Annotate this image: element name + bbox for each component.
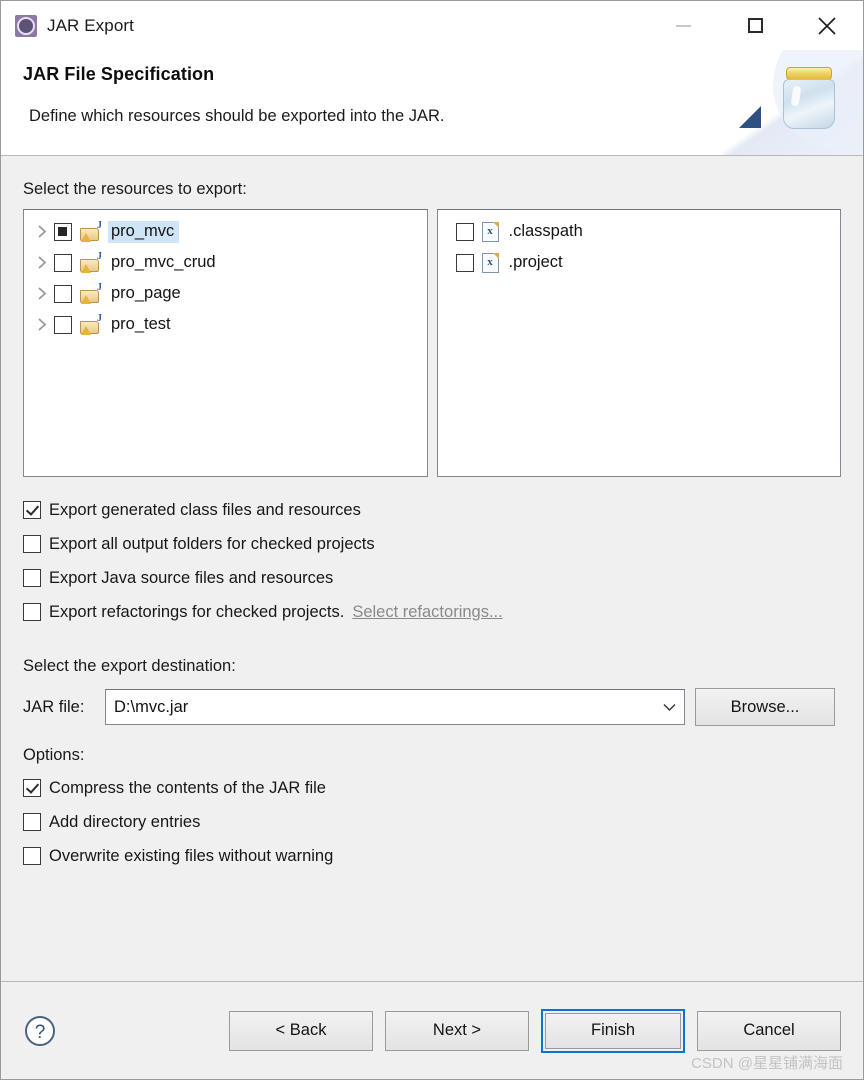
dialog-footer: ? < Back Next > Finish Cancel CSDN @星星铺满… (1, 981, 863, 1079)
minimize-button[interactable] (647, 1, 719, 50)
jar-file-row: JAR file: D:\mvc.jar Browse... (23, 688, 841, 726)
list-item[interactable]: x .project (438, 247, 841, 278)
file-checkbox[interactable] (455, 253, 474, 272)
xml-file-icon: x (481, 252, 499, 273)
export-all-output-folders-checkbox[interactable] (23, 535, 41, 553)
tree-item-label: pro_mvc_crud (111, 252, 216, 271)
footer-buttons: < Back Next > Finish Cancel (229, 1008, 841, 1053)
wizard-header: JAR File Specification Define which reso… (1, 50, 863, 156)
dialog-body: Select the resources to export: J pro_mv… (1, 156, 863, 981)
tree-row[interactable]: J pro_page (24, 278, 427, 309)
file-item-label: .project (508, 252, 563, 271)
close-icon (818, 16, 836, 35)
tree-item-label: pro_page (111, 283, 181, 302)
java-project-warning-icon: J (80, 251, 102, 273)
chevron-right-icon[interactable] (30, 256, 54, 269)
export-option-label: Export generated class files and resourc… (49, 500, 361, 519)
tree-checkbox[interactable] (54, 253, 72, 272)
next-button[interactable]: Next > (385, 1010, 529, 1051)
export-option-row[interactable]: Export generated class files and resourc… (23, 493, 841, 527)
export-option-row[interactable]: Export refactorings for checked projects… (23, 595, 841, 629)
file-item-label: .classpath (508, 221, 583, 240)
jar-file-combobox[interactable]: D:\mvc.jar (105, 689, 685, 725)
maximize-button[interactable] (719, 1, 791, 50)
finish-button-focus-ring: Finish (541, 1008, 685, 1053)
jar-export-dialog: JAR Export JAR File Specification Define… (0, 0, 864, 1080)
browse-button[interactable]: Browse... (695, 688, 835, 726)
help-question-icon[interactable]: ? (23, 1014, 57, 1048)
file-list-pane[interactable]: x .classpath x .project (436, 209, 841, 477)
chevron-down-icon[interactable] (656, 703, 682, 712)
watermark: CSDN @星星铺满海面 (691, 1055, 843, 1072)
xml-file-icon: x (481, 221, 499, 242)
jar-export-gear-icon (15, 14, 37, 37)
export-refactorings-checkbox[interactable] (23, 603, 41, 621)
tree-row[interactable]: J pro_test (24, 309, 427, 340)
add-directory-entries-checkbox[interactable] (23, 813, 41, 831)
jar-with-export-arrow-icon (723, 50, 863, 155)
resource-panes: J pro_mvc J pro_mvc_crud J pro_page J pr… (23, 209, 841, 477)
export-option-label: Export Java source files and resources (49, 568, 334, 587)
export-option-label: Export all output folders for checked pr… (49, 534, 375, 553)
project-tree-pane[interactable]: J pro_mvc J pro_mvc_crud J pro_page J pr… (23, 209, 428, 477)
compress-contents-checkbox[interactable] (23, 779, 41, 797)
finish-button[interactable]: Finish (545, 1012, 681, 1049)
export-option-label: Export refactorings for checked projects… (49, 602, 345, 621)
destination-label: Select the export destination: (23, 657, 236, 675)
window-title: JAR Export (47, 15, 134, 35)
option-label: Add directory entries (49, 812, 201, 831)
tree-row[interactable]: J pro_mvc_crud (24, 247, 427, 278)
options-group: Compress the contents of the JAR file Ad… (23, 771, 841, 873)
window-controls (647, 1, 863, 50)
file-checkbox[interactable] (455, 222, 474, 241)
chevron-right-icon[interactable] (30, 225, 54, 238)
chevron-right-icon[interactable] (30, 287, 54, 300)
export-java-source-files-checkbox[interactable] (23, 569, 41, 587)
title-bar: JAR Export (1, 1, 863, 50)
export-option-row[interactable]: Export Java source files and resources (23, 561, 841, 595)
close-button[interactable] (791, 1, 863, 50)
tree-row[interactable]: J pro_mvc (24, 216, 427, 247)
overwrite-existing-files-checkbox[interactable] (23, 847, 41, 865)
tree-item-label: pro_test (111, 314, 171, 333)
export-option-row[interactable]: Export all output folders for checked pr… (23, 527, 841, 561)
maximize-icon (747, 18, 763, 33)
tree-item-label: pro_mvc (108, 220, 180, 243)
cancel-button[interactable]: Cancel (697, 1010, 841, 1051)
java-project-warning-icon: J (80, 282, 102, 304)
chevron-right-icon[interactable] (30, 318, 54, 331)
minimize-icon (675, 24, 691, 27)
options-title: Options: (23, 746, 85, 764)
export-generated-class-files-checkbox[interactable] (23, 501, 41, 519)
svg-text:?: ? (35, 1022, 46, 1043)
tree-checkbox[interactable] (54, 222, 72, 241)
select-refactorings-link: Select refactorings... (352, 602, 503, 621)
resources-label: Select the resources to export: (23, 180, 247, 198)
back-button[interactable]: < Back (229, 1010, 373, 1051)
option-row[interactable]: Compress the contents of the JAR file (23, 771, 841, 805)
tree-checkbox[interactable] (54, 284, 72, 303)
java-project-warning-icon: J (80, 313, 102, 335)
jar-file-label: JAR file: (23, 697, 85, 716)
option-row[interactable]: Add directory entries (23, 805, 841, 839)
jar-file-value[interactable]: D:\mvc.jar (114, 698, 656, 717)
tree-checkbox[interactable] (54, 315, 72, 334)
option-row[interactable]: Overwrite existing files without warning (23, 839, 841, 873)
list-item[interactable]: x .classpath (438, 216, 841, 247)
option-label: Compress the contents of the JAR file (49, 778, 326, 797)
export-options-group: Export generated class files and resourc… (23, 493, 841, 629)
option-label: Overwrite existing files without warning (49, 846, 334, 865)
java-project-warning-icon: J (80, 220, 102, 242)
